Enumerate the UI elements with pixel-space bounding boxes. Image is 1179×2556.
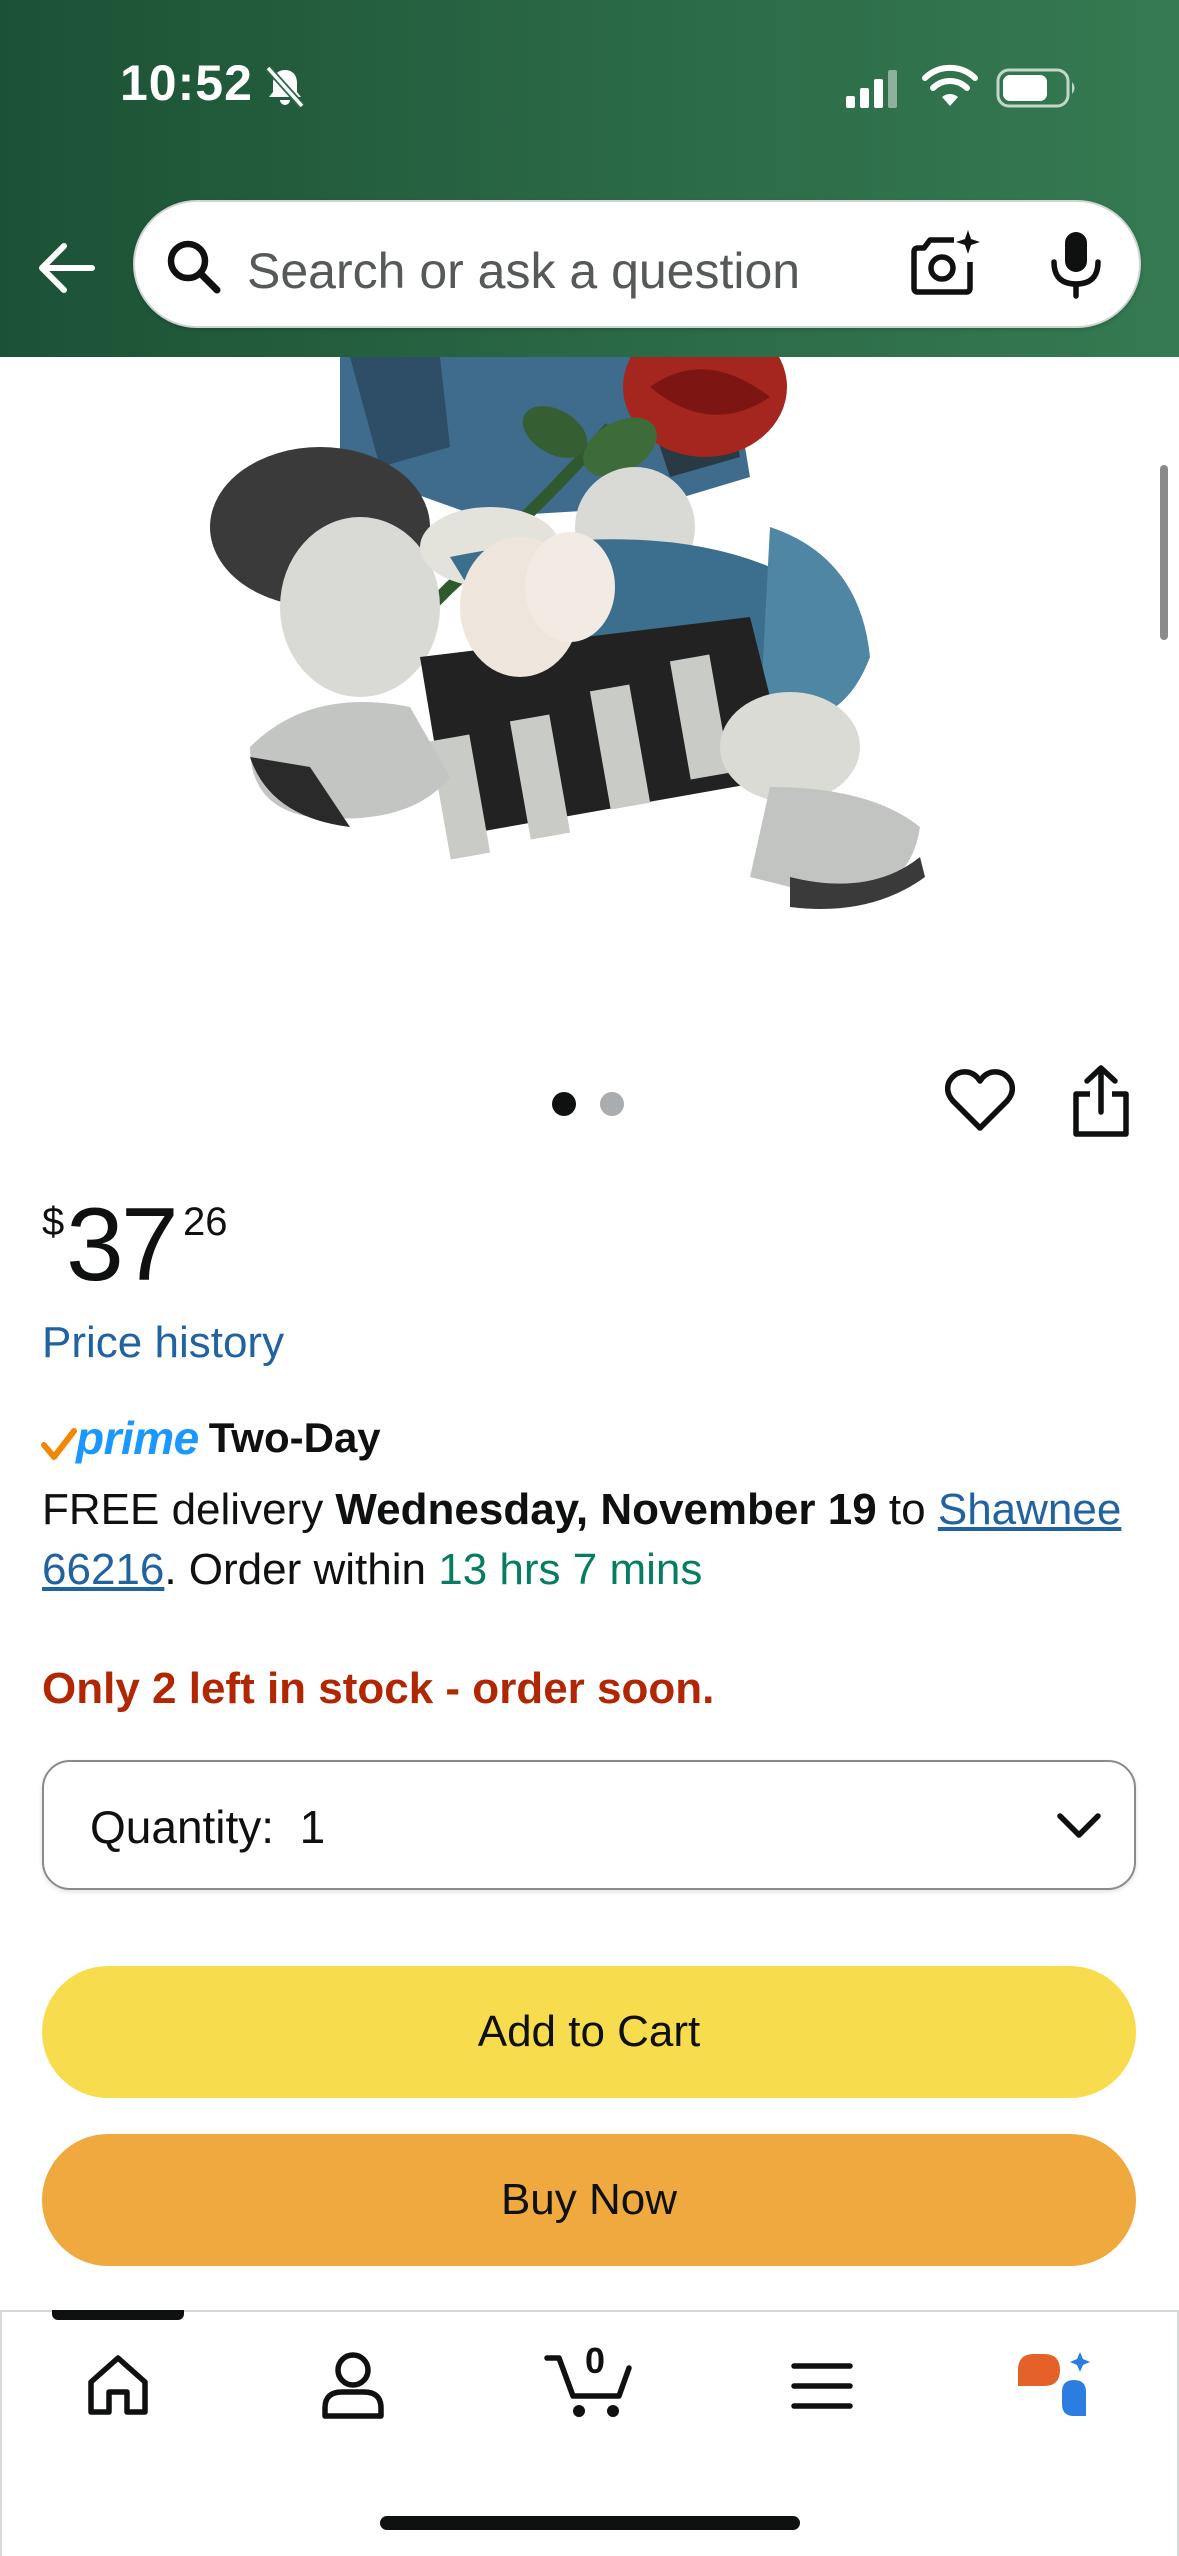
nav-active-indicator (52, 2310, 184, 2320)
camera-lens-icon[interactable] (910, 228, 982, 300)
prime-delivery-type: Two-Day (208, 1414, 381, 1461)
scroll-indicator (1160, 465, 1168, 640)
order-countdown: 13 hrs 7 mins (438, 1545, 703, 1594)
carousel-dot-2[interactable] (600, 1092, 624, 1116)
stock-message: Only 2 left in stock - order soon. (42, 1664, 715, 1713)
chevron-down-icon (1057, 1813, 1101, 1838)
microphone-icon[interactable] (1045, 230, 1107, 300)
search-placeholder[interactable]: Search or ask a question (247, 242, 800, 300)
add-to-cart-button[interactable]: Add to Cart (42, 1966, 1136, 2098)
price-fraction: 26 (183, 1200, 228, 1244)
order-within-text: . Order within (164, 1545, 426, 1594)
carousel-dots[interactable] (552, 1092, 624, 1116)
prime-check-icon (41, 1428, 77, 1460)
heart-icon[interactable] (945, 1068, 1015, 1134)
prime-logo: prime (76, 1412, 199, 1464)
price-history-link[interactable]: Price history (42, 1318, 284, 1368)
cellular-signal-icon (846, 70, 897, 108)
menu-icon[interactable] (790, 2360, 854, 2412)
cart-count: 0 (584, 2340, 606, 2381)
rufus-assistant-icon[interactable] (1014, 2348, 1096, 2420)
carousel-dot-1[interactable] (552, 1092, 576, 1116)
price-whole: 37 (66, 1187, 179, 1303)
search-icon (167, 240, 221, 294)
delivery-info: FREE delivery Wednesday, November 19 to … (42, 1480, 1152, 1600)
delivery-prefix: FREE delivery (42, 1485, 324, 1534)
home-icon[interactable] (85, 2352, 151, 2418)
bell-silenced-icon (265, 65, 305, 109)
prime-badge: prime Two-Day (40, 1408, 381, 1468)
price-symbol: $ (42, 1200, 65, 1244)
app-header: 10:52 Search or ask a question (0, 0, 1179, 357)
delivery-date: Wednesday, November 19 (335, 1485, 877, 1534)
share-icon[interactable] (1068, 1064, 1134, 1138)
delivery-to: to (888, 1485, 926, 1534)
product-image[interactable] (150, 357, 1020, 977)
account-icon[interactable] (320, 2350, 386, 2420)
search-bar[interactable]: Search or ask a question (133, 200, 1141, 328)
quantity-select[interactable]: Quantity: 1 (42, 1760, 1136, 1890)
quantity-label-value: Quantity: 1 (90, 1800, 325, 1854)
quantity-label: Quantity: (90, 1801, 275, 1853)
back-arrow-icon[interactable] (34, 236, 98, 300)
buy-now-button[interactable]: Buy Now (42, 2134, 1136, 2266)
status-time: 10:52 (120, 55, 253, 111)
quantity-value: 1 (299, 1801, 326, 1853)
battery-icon (996, 68, 1075, 108)
home-indicator (380, 2516, 800, 2530)
wifi-icon (922, 64, 978, 106)
